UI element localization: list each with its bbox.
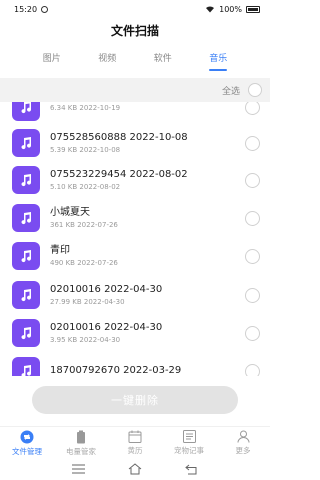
home-icon[interactable] — [128, 463, 142, 475]
file-checkbox[interactable] — [245, 172, 260, 188]
nav-label: 电量管家 — [66, 447, 96, 456]
music-file-icon — [12, 242, 40, 270]
file-name: 02010016 2022-04-30 — [50, 322, 163, 333]
select-all-checkbox[interactable] — [248, 83, 262, 97]
nav-label: 文件管理 — [12, 447, 42, 456]
battery-manager-icon — [74, 430, 88, 444]
system-nav-bar — [0, 458, 270, 480]
notification-icon — [41, 5, 49, 13]
file-meta: 27.99 KB 2022-04-30 — [50, 298, 125, 306]
select-all-label: 全选 — [221, 86, 240, 97]
nav-item-file-manager[interactable]: 文件管理 — [0, 427, 54, 456]
file-checkbox[interactable] — [245, 325, 260, 341]
file-name: 02010016 2022-04-30 — [50, 284, 163, 295]
nav-label: 黄历 — [127, 446, 143, 455]
list-item[interactable]: 青印 490 KB 2022-07-26 — [0, 237, 270, 275]
file-checkbox[interactable] — [245, 135, 260, 151]
file-name: 青印 — [50, 245, 70, 256]
file-name: 075528560888 2022-10-08 — [50, 132, 188, 143]
music-file-icon — [12, 357, 40, 376]
select-all-row: 全选 — [0, 78, 270, 102]
tab-music[interactable]: 音乐 — [209, 52, 227, 72]
status-bar: 15:20 100% — [0, 0, 270, 18]
file-name: 075523229454 2022-08-02 — [50, 169, 188, 180]
bottom-nav: 文件管理 电量管家 黄历 宠物记事 更多 — [0, 426, 270, 456]
notes-icon — [182, 430, 196, 443]
wifi-icon — [206, 6, 215, 13]
file-checkbox[interactable] — [245, 102, 260, 115]
file-list: 6.34 KB 2022-10-19 075528560888 2022-10-… — [0, 102, 270, 376]
file-meta: 5.39 KB 2022-10-08 — [50, 146, 121, 154]
nav-item-pet-notes[interactable]: 宠物记事 — [162, 427, 216, 456]
music-file-icon — [12, 281, 40, 309]
battery-icon — [246, 5, 260, 13]
music-file-icon — [12, 166, 40, 194]
nav-label: 宠物记事 — [174, 446, 204, 455]
list-item[interactable]: 075528560888 2022-10-08 5.39 KB 2022-10-… — [0, 124, 270, 162]
file-meta: 5.10 KB 2022-08-02 — [50, 183, 121, 191]
list-item[interactable]: 02010016 2022-04-30 3.95 KB 2022-04-30 — [0, 314, 270, 352]
music-file-icon — [12, 319, 40, 347]
file-checkbox[interactable] — [245, 248, 260, 264]
list-item[interactable]: 18700792670 2022-03-29 — [0, 352, 270, 376]
tab-videos[interactable]: 视频 — [98, 52, 116, 72]
battery-percent: 100% — [219, 4, 242, 14]
back-icon[interactable] — [185, 463, 199, 475]
file-checkbox[interactable] — [245, 210, 260, 226]
page-title: 文件扫描 — [110, 24, 159, 38]
music-file-icon — [12, 204, 40, 232]
list-item[interactable]: 02010016 2022-04-30 27.99 KB 2022-04-30 — [0, 276, 270, 314]
file-meta: 361 KB 2022-07-26 — [50, 221, 118, 229]
file-meta: 6.34 KB 2022-10-19 — [50, 103, 121, 112]
music-file-icon — [12, 102, 40, 121]
one-click-delete-button[interactable]: 一键删除 — [32, 386, 238, 414]
nav-label: 更多 — [235, 446, 251, 455]
file-name: 18700792670 2022-03-29 — [50, 365, 182, 376]
file-meta: 490 KB 2022-07-26 — [50, 259, 118, 267]
status-time: 15:20 — [14, 4, 38, 14]
tab-apps[interactable]: 软件 — [154, 52, 172, 72]
list-item[interactable]: 小城夏天 361 KB 2022-07-26 — [0, 199, 270, 237]
file-checkbox[interactable] — [245, 363, 260, 376]
nav-item-calendar[interactable]: 黄历 — [108, 427, 162, 456]
music-file-icon — [12, 129, 40, 157]
calendar-icon — [128, 430, 142, 443]
profile-icon — [236, 430, 250, 443]
menu-icon[interactable] — [71, 463, 85, 475]
file-checkbox[interactable] — [245, 287, 260, 303]
nav-item-battery-manager[interactable]: 电量管家 — [54, 427, 108, 456]
file-manager-icon — [20, 430, 34, 444]
file-name: 小城夏天 — [50, 207, 90, 218]
tab-images[interactable]: 图片 — [43, 52, 61, 72]
list-item[interactable]: 6.34 KB 2022-10-19 — [0, 102, 270, 126]
list-item[interactable]: 075523229454 2022-08-02 5.10 KB 2022-08-… — [0, 161, 270, 199]
file-meta: 3.95 KB 2022-04-30 — [50, 336, 121, 344]
category-tabs: 图片 视频 软件 音乐 — [0, 52, 270, 72]
nav-item-more[interactable]: 更多 — [216, 427, 270, 456]
